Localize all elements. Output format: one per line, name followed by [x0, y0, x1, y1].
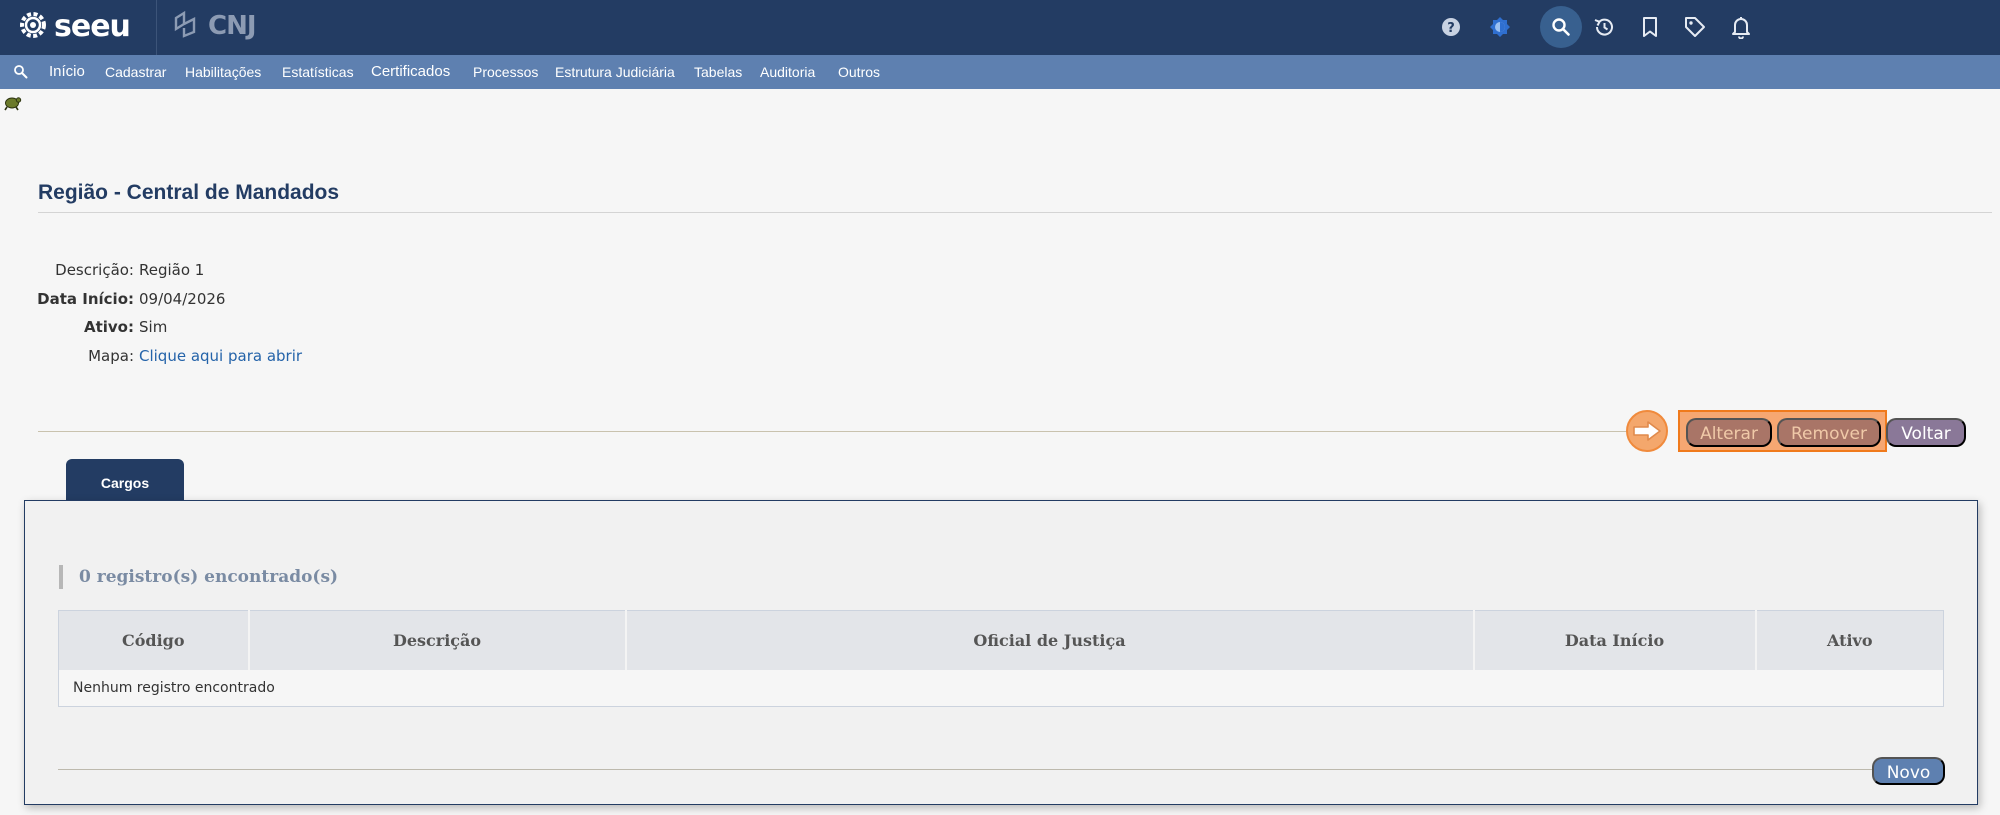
empty-message: Nenhum registro encontrado	[58, 669, 1944, 707]
menu-search-icon[interactable]	[13, 64, 28, 84]
seeu-logo[interactable]: seeu	[18, 9, 131, 45]
table-header-row: Código Descrição Oficial de Justiça Data…	[58, 610, 1944, 670]
menu-item-tabelas[interactable]: Tabelas	[694, 55, 742, 89]
menu-item-habilitacoes[interactable]: Habilitações	[185, 55, 261, 89]
tab-cargos[interactable]: Cargos	[66, 459, 184, 500]
bookmark-icon[interactable]	[1636, 13, 1664, 41]
records-count: 0 registro(s) encontrado(s)	[79, 567, 339, 587]
cargos-table: Código Descrição Oficial de Justiça Data…	[58, 610, 1944, 707]
menu-item-estrutura-judiciaria[interactable]: Estrutura Judiciária	[555, 55, 675, 89]
column-header-codigo[interactable]: Código	[58, 610, 250, 670]
search-icon[interactable]	[1540, 6, 1582, 48]
header-divider	[156, 0, 157, 55]
top-bar: seeu CNJ ?	[0, 0, 2000, 55]
help-icon[interactable]: ?	[1437, 13, 1465, 41]
seeu-logo-text: seeu	[54, 9, 131, 44]
column-header-descricao[interactable]: Descrição	[248, 610, 627, 670]
seeu-gear-icon	[18, 10, 48, 45]
descricao-value: Região 1	[139, 261, 205, 279]
ativo-value: Sim	[139, 318, 168, 336]
menu-item-outros[interactable]: Outros	[838, 55, 880, 89]
cargos-panel: 0 registro(s) encontrado(s) Código Descr…	[24, 500, 1978, 805]
column-header-oficial-de-justica[interactable]: Oficial de Justiça	[625, 610, 1475, 670]
descricao-label: Descrição:	[55, 261, 134, 279]
page-title: Região - Central de Mandados	[38, 181, 340, 204]
bell-icon[interactable]	[1727, 13, 1755, 41]
actions-divider	[38, 431, 1638, 432]
cnj-logo-text: CNJ	[208, 11, 257, 41]
history-icon[interactable]	[1590, 13, 1618, 41]
tag-icon[interactable]	[1681, 13, 1709, 41]
cnj-emblem-icon	[172, 10, 200, 43]
menu-item-estatisticas[interactable]: Estatísticas	[282, 55, 354, 89]
column-header-ativo[interactable]: Ativo	[1755, 610, 1944, 670]
data-inicio-value: 09/04/2026	[139, 290, 226, 308]
mapa-label: Mapa:	[88, 347, 134, 365]
menu-item-cadastrar[interactable]: Cadastrar	[105, 55, 166, 89]
count-accent-bar	[59, 565, 63, 589]
novo-button[interactable]: Novo	[1872, 757, 1945, 785]
panel-divider	[58, 769, 1898, 770]
data-inicio-label: Data Início:	[37, 290, 134, 308]
column-header-data-inicio[interactable]: Data Início	[1473, 610, 1757, 670]
svg-text:?: ?	[1447, 21, 1455, 36]
menu-item-certificados[interactable]: Certificados	[371, 55, 450, 89]
turtle-icon	[2, 92, 22, 117]
menu-item-inicio[interactable]: Início	[49, 55, 85, 89]
menu-item-auditoria[interactable]: Auditoria	[760, 55, 815, 89]
main-menu: Início Cadastrar Habilitações Estatístic…	[0, 55, 2000, 89]
ativo-label: Ativo:	[83, 318, 134, 336]
title-divider	[38, 212, 1992, 213]
table-row: Nenhum registro encontrado	[58, 669, 1944, 707]
cnj-logo: CNJ	[172, 10, 257, 43]
alterar-button[interactable]: Alterar	[1686, 418, 1772, 447]
menu-item-processos[interactable]: Processos	[473, 55, 538, 89]
mapa-link[interactable]: Clique aqui para abrir	[139, 347, 302, 365]
remover-button[interactable]: Remover	[1777, 418, 1881, 447]
theme-toggle-icon[interactable]	[1486, 13, 1514, 41]
voltar-button[interactable]: Voltar	[1886, 418, 1966, 447]
pointer-arrow-icon	[1626, 410, 1668, 452]
